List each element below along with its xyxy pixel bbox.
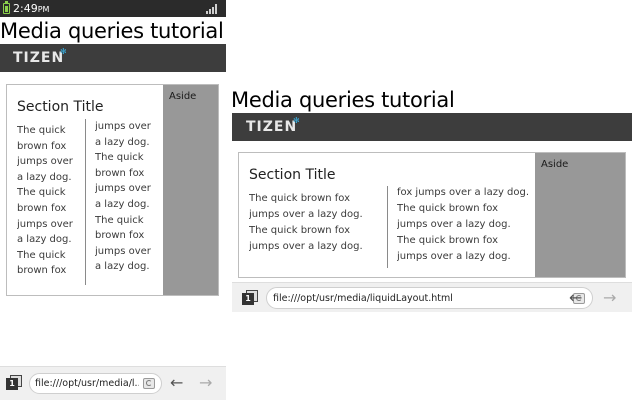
- battery-icon: [3, 1, 10, 14]
- liquid-layout-landscape: Section Title The quick brown fox jumps …: [238, 152, 626, 278]
- tab-count: 1: [6, 378, 18, 390]
- back-arrow-icon[interactable]: ←: [170, 375, 183, 391]
- url-input[interactable]: file:///opt/usr/media/l...: [29, 373, 162, 394]
- forward-arrow-icon[interactable]: →: [199, 375, 212, 391]
- url-text: file:///opt/usr/media/liquidLayout.html: [273, 293, 453, 304]
- section-title: Section Title: [17, 99, 104, 115]
- column-divider: [85, 119, 86, 285]
- status-clock: 2:49: [13, 2, 38, 15]
- section: Section Title The quick brown fox jumps …: [7, 85, 164, 295]
- aside-label: Aside: [169, 91, 197, 102]
- column-divider: [387, 186, 388, 268]
- back-arrow-icon[interactable]: ←: [569, 290, 582, 306]
- tizen-logo: TIZEN: [246, 119, 298, 135]
- tabs-icon[interactable]: 1: [6, 375, 24, 391]
- section-column-1: The quick brown fox jumps over a lazy do…: [249, 193, 363, 252]
- forward-arrow-icon[interactable]: →: [603, 290, 616, 306]
- tizen-header-bar-landscape: TIZEN ✻: [232, 113, 632, 141]
- section-column-2: jumps over a lazy dog. The quick brown f…: [95, 121, 151, 273]
- page-title-landscape: Media queries tutorial: [231, 88, 455, 112]
- section: Section Title The quick brown fox jumps …: [239, 153, 536, 277]
- page-title: Media queries tutorial: [0, 19, 224, 43]
- portrait-phone-screen: 2:49PM Media queries tutorial TIZEN ✻ Se…: [0, 0, 226, 400]
- browser-toolbar-landscape: 1 file:///opt/usr/media/liquidLayout.htm…: [232, 282, 632, 312]
- browser-toolbar: 1 file:///opt/usr/media/l... ← →: [0, 366, 226, 400]
- logo-star-icon: ✻: [293, 116, 300, 125]
- tizen-header-bar: TIZEN ✻: [0, 44, 226, 72]
- aside: Aside: [163, 85, 218, 295]
- reload-icon[interactable]: [143, 378, 155, 389]
- url-input[interactable]: file:///opt/usr/media/liquidLayout.html: [266, 287, 593, 309]
- status-time: 2:49PM: [13, 1, 49, 17]
- section-title: Section Title: [249, 167, 336, 183]
- aside-label: Aside: [541, 159, 569, 170]
- liquid-layout: Section Title The quick brown fox jumps …: [6, 84, 219, 296]
- url-text: file:///opt/usr/media/l...: [35, 378, 139, 389]
- logo-star-icon: ✻: [60, 47, 67, 56]
- tabs-icon[interactable]: 1: [242, 290, 260, 306]
- status-bar: 2:49PM: [0, 0, 226, 17]
- aside: Aside: [535, 153, 625, 277]
- tab-count: 1: [242, 293, 254, 305]
- signal-icon: [206, 4, 220, 14]
- tizen-logo: TIZEN: [13, 50, 65, 66]
- status-ampm: PM: [37, 5, 50, 14]
- section-column-1: The quick brown fox jumps over a lazy do…: [17, 125, 73, 277]
- section-column-2: fox jumps over a lazy dog. The quick bro…: [397, 187, 530, 262]
